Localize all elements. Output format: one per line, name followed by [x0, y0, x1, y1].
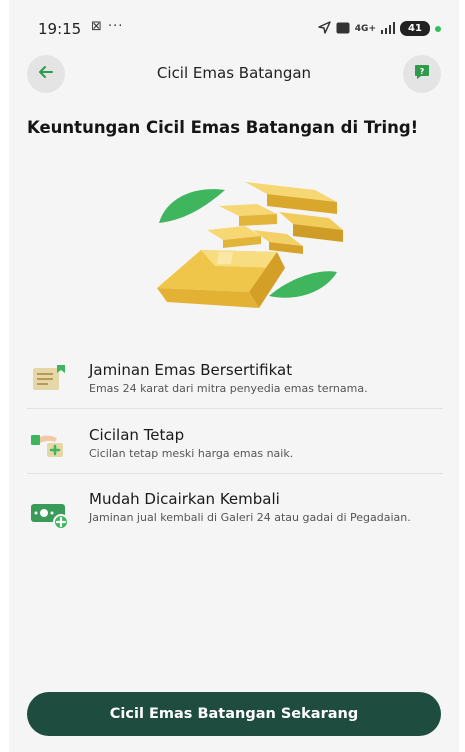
signal-icon	[381, 19, 395, 38]
help-button[interactable]: ?	[403, 55, 441, 93]
gold-bars-illustration	[137, 168, 357, 316]
status-bar: 19:15 ⊠ ··· 4G+ 41	[9, 0, 459, 48]
location-icon	[318, 19, 331, 38]
benefit-description: Jaminan jual kembali di Galeri 24 atau g…	[89, 511, 411, 524]
page-title: Cicil Emas Batangan	[156, 64, 312, 82]
status-right-group: 4G+ 41	[318, 19, 441, 38]
question-icon: ?	[413, 63, 431, 85]
app-screen: 19:15 ⊠ ··· 4G+ 41 Cicil Emas Batangan ?…	[9, 0, 459, 752]
hand-money-icon	[31, 431, 67, 463]
benefits-heading: Keuntungan Cicil Emas Batangan di Tring!	[27, 118, 419, 137]
battery-icon: 41	[400, 21, 430, 36]
certificate-icon	[31, 365, 67, 397]
network-type: 4G+	[354, 23, 376, 34]
start-installment-button[interactable]: Cicil Emas Batangan Sekarang	[27, 692, 441, 736]
volte-icon	[336, 19, 350, 38]
privacy-indicator-dot	[435, 25, 441, 32]
benefit-item-fixed-installment: Cicilan Tetap Cicilan tetap meski harga …	[27, 409, 443, 474]
svg-text:?: ?	[420, 67, 425, 76]
benefit-title: Mudah Dicairkan Kembali	[89, 490, 280, 508]
notification-icons: ⊠ ···	[91, 19, 124, 34]
benefit-title: Cicilan Tetap	[89, 426, 185, 444]
cash-plus-icon	[31, 502, 71, 534]
benefit-item-certificate: Jaminan Emas Bersertifikat Emas 24 karat…	[27, 345, 443, 409]
benefit-description: Emas 24 karat dari mitra penyedia emas t…	[89, 382, 368, 395]
benefits-list: Jaminan Emas Bersertifikat Emas 24 karat…	[27, 345, 443, 554]
benefit-title: Jaminan Emas Bersertifikat	[89, 361, 293, 379]
benefit-item-easy-redeem: Mudah Dicairkan Kembali Jaminan jual kem…	[27, 474, 443, 554]
top-app-bar: Cicil Emas Batangan ?	[9, 50, 459, 96]
benefit-description: Cicilan tetap meski harga emas naik.	[89, 447, 294, 460]
status-time: 19:15	[38, 20, 82, 38]
